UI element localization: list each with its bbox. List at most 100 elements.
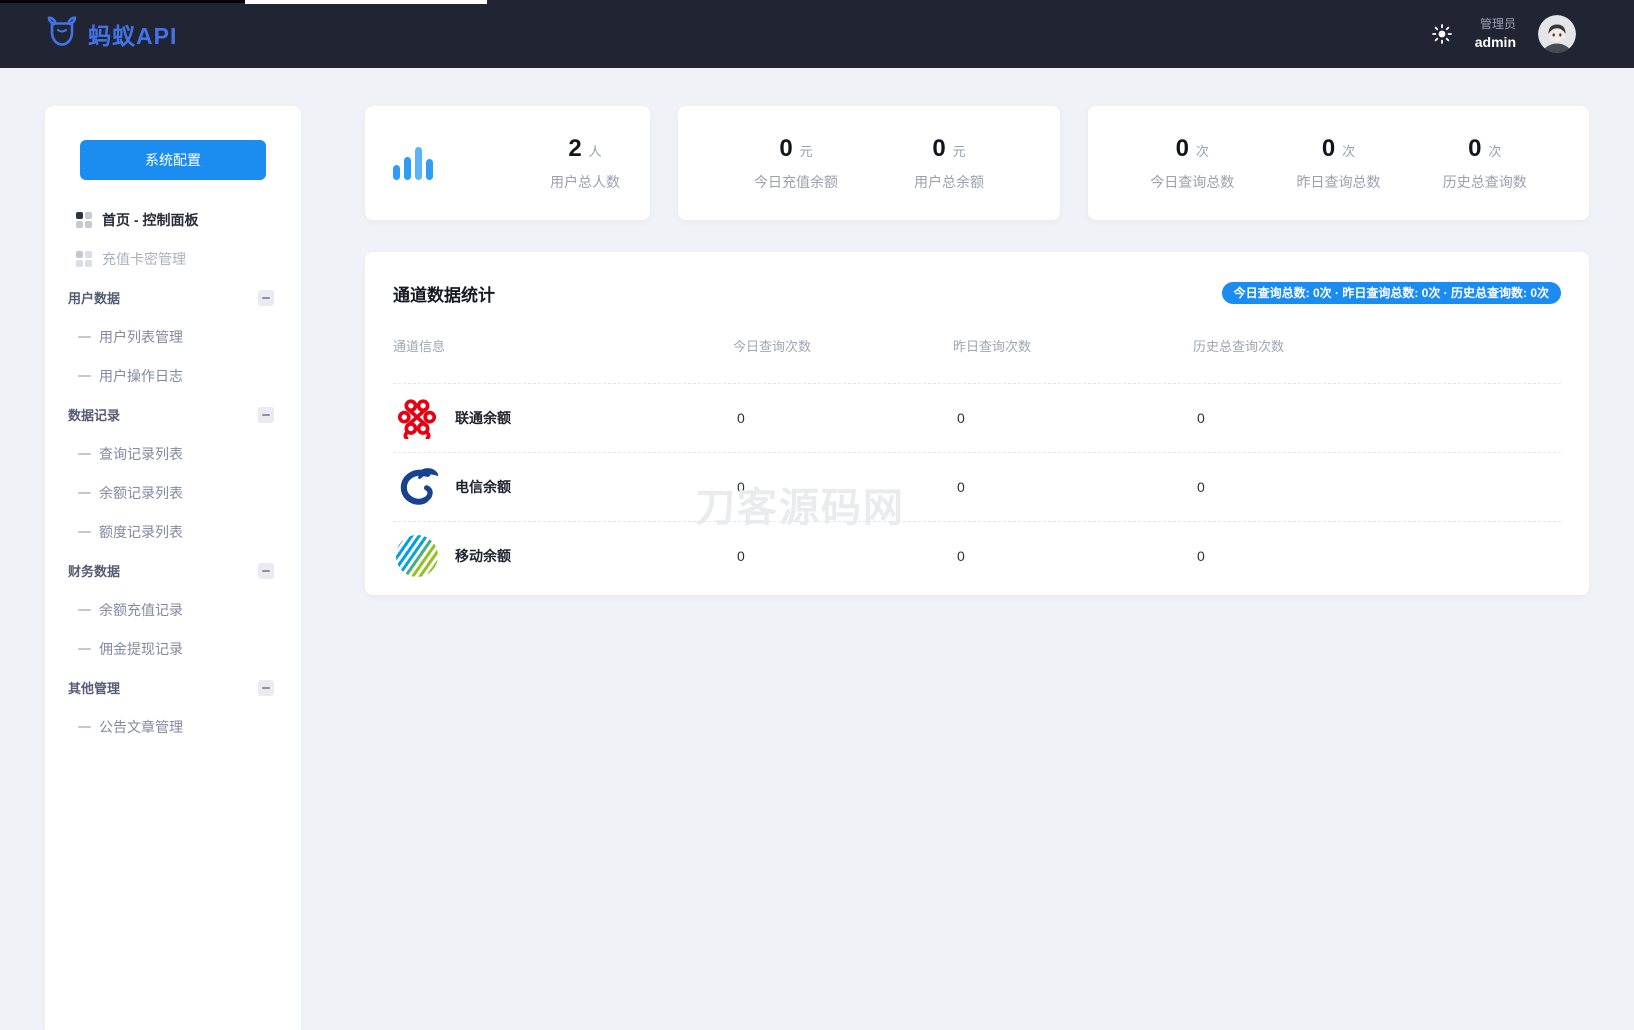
channel-stats-panel: 通道数据统计 今日查询总数: 0次 · 昨日查询总数: 0次 · 历史总查询数:… (365, 252, 1589, 595)
stat-value: 0 (1176, 135, 1189, 163)
yesterday-queries-value: 0 (953, 548, 1193, 564)
stat-label: 历史总查询数 (1443, 172, 1527, 192)
panel-header: 通道数据统计 今日查询总数: 0次 · 昨日查询总数: 0次 · 历史总查询数:… (393, 280, 1561, 306)
stat-unit: 人 (589, 141, 602, 160)
yesterday-queries-value: 0 (953, 410, 1193, 426)
stat-card-balance: 0 元 今日充值余额 0 元 用户总余额 (678, 106, 1060, 220)
dash-icon (78, 492, 91, 494)
dash-icon (78, 531, 91, 533)
dash-icon (78, 726, 91, 728)
stat-unit: 元 (953, 141, 966, 160)
table-row-mobile: 移动余额 0 0 0 (393, 521, 1561, 590)
sidebar-item-query-records[interactable]: 查询记录列表 (45, 434, 301, 473)
dash-icon (78, 336, 91, 338)
carrier-name: 电信余额 (455, 477, 511, 497)
sidebar-section-data-records[interactable]: 数据记录 (45, 395, 301, 434)
stat-card-users: 2 人 用户总人数 (365, 106, 650, 220)
stat-unit: 元 (800, 141, 813, 160)
system-config-button[interactable]: 系统配置 (80, 140, 266, 180)
stat-card-queries: 0 次 今日查询总数 0 次 昨日查询总数 0 次 历史总查询数 (1088, 106, 1589, 220)
sidebar-item-label: 用户操作日志 (99, 366, 183, 386)
sidebar-item-recharge-records[interactable]: 余额充值记录 (45, 590, 301, 629)
stat-label: 用户总人数 (550, 172, 620, 192)
table-header-row: 通道信息 今日查询次数 昨日查询次数 历史总查询次数 (393, 336, 1561, 383)
sidebar-section-label: 用户数据 (68, 288, 120, 307)
total-queries-value: 0 (1193, 410, 1561, 426)
sidebar-section-finance-data[interactable]: 财务数据 (45, 551, 301, 590)
stat-label: 今日充值余额 (754, 172, 838, 192)
carrier-name: 移动余额 (455, 546, 511, 566)
bar-chart-icon (393, 146, 433, 180)
dash-icon (78, 375, 91, 377)
sidebar-item-home-dashboard[interactable]: 首页 - 控制面板 (45, 200, 301, 239)
sidebar-item-label: 余额充值记录 (99, 600, 183, 620)
sidebar-item-quota-records[interactable]: 额度记录列表 (45, 512, 301, 551)
sidebar-section-label: 数据记录 (68, 405, 120, 424)
stat-value: 0 (1322, 135, 1335, 163)
dash-icon (78, 453, 91, 455)
channel-table: 通道信息 今日查询次数 昨日查询次数 历史总查询次数 (393, 336, 1561, 590)
sidebar-item-label: 查询记录列表 (99, 444, 183, 464)
sidebar-item-label: 用户列表管理 (99, 327, 183, 347)
collapse-minus-icon[interactable] (258, 563, 274, 579)
column-header: 通道信息 (393, 336, 733, 355)
stat-value: 0 (1468, 135, 1481, 163)
dash-icon (78, 648, 91, 650)
stat-users: 2 人 用户总人数 (550, 135, 620, 192)
sidebar-section-label: 财务数据 (68, 561, 120, 580)
sidebar-item-user-logs[interactable]: 用户操作日志 (45, 356, 301, 395)
telecom-logo-icon (395, 465, 439, 509)
stat-yesterday-queries: 0 次 昨日查询总数 (1297, 135, 1381, 192)
query-summary-badge: 今日查询总数: 0次 · 昨日查询总数: 0次 · 历史总查询数: 0次 (1222, 282, 1561, 304)
stats-cards-row: 2 人 用户总人数 0 元 今日充值余额 0 元 用户总余额 0 次 (365, 106, 1589, 220)
table-row-unicom: 联通余额 0 0 0 (393, 383, 1561, 452)
user-info: 管理员 admin (1475, 16, 1516, 51)
sidebar-item-label: 公告文章管理 (99, 717, 183, 737)
unicom-logo-icon (395, 396, 439, 440)
stat-history-queries: 0 次 历史总查询数 (1443, 135, 1527, 192)
today-queries-value: 0 (733, 410, 953, 426)
brand-name: 蚂蚁API (88, 17, 177, 51)
stat-unit: 次 (1342, 141, 1355, 160)
stat-value: 0 (779, 135, 792, 163)
stat-label: 用户总余额 (914, 172, 984, 192)
total-queries-value: 0 (1193, 548, 1561, 564)
sidebar-item-announcement-articles[interactable]: 公告文章管理 (45, 707, 301, 746)
sidebar-item-user-list[interactable]: 用户列表管理 (45, 317, 301, 356)
carrier-name: 联通余额 (455, 408, 511, 428)
sidebar-section-other-management[interactable]: 其他管理 (45, 668, 301, 707)
sidebar-item-label: 充值卡密管理 (102, 249, 186, 269)
dash-icon (78, 609, 91, 611)
today-queries-value: 0 (733, 479, 953, 495)
ant-logo-icon (45, 16, 79, 53)
collapse-minus-icon[interactable] (258, 290, 274, 306)
brand-logo[interactable]: 蚂蚁API (45, 16, 177, 53)
table-row-telecom: 电信余额 0 0 0 (393, 452, 1561, 521)
stat-unit: 次 (1488, 141, 1501, 160)
collapse-minus-icon[interactable] (258, 680, 274, 696)
sidebar-item-label: 额度记录列表 (99, 522, 183, 542)
sidebar-item-label: 余额记录列表 (99, 483, 183, 503)
stat-today-recharge: 0 元 今日充值余额 (754, 135, 838, 192)
navbar: 蚂蚁API 管理员 admin (0, 0, 1634, 68)
yesterday-queries-value: 0 (953, 479, 1193, 495)
sidebar: 系统配置 首页 - 控制面板 充值卡密管理 用户数据 用户列表管理 用户操作日志… (45, 106, 301, 1030)
sidebar-section-user-data[interactable]: 用户数据 (45, 278, 301, 317)
column-header: 今日查询次数 (733, 336, 953, 355)
top-artifact-light (245, 0, 487, 4)
sidebar-item-commission-withdraw-records[interactable]: 佣金提现记录 (45, 629, 301, 668)
sidebar-item-balance-records[interactable]: 余额记录列表 (45, 473, 301, 512)
sidebar-menu: 首页 - 控制面板 充值卡密管理 用户数据 用户列表管理 用户操作日志 数据记录… (45, 200, 301, 746)
stat-label: 昨日查询总数 (1297, 172, 1381, 192)
user-name: admin (1475, 33, 1516, 52)
today-queries-value: 0 (733, 548, 953, 564)
stat-label: 今日查询总数 (1150, 172, 1234, 192)
sidebar-item-card-management[interactable]: 充值卡密管理 (45, 239, 301, 278)
collapse-minus-icon[interactable] (258, 407, 274, 423)
table-body: 联通余额 0 0 0 电信余额 (393, 383, 1561, 590)
theme-toggle-sun-icon[interactable] (1431, 23, 1453, 45)
stat-today-queries: 0 次 今日查询总数 (1150, 135, 1234, 192)
avatar[interactable] (1538, 15, 1576, 53)
stat-value: 2 (568, 135, 581, 163)
column-header: 历史总查询次数 (1193, 336, 1561, 355)
